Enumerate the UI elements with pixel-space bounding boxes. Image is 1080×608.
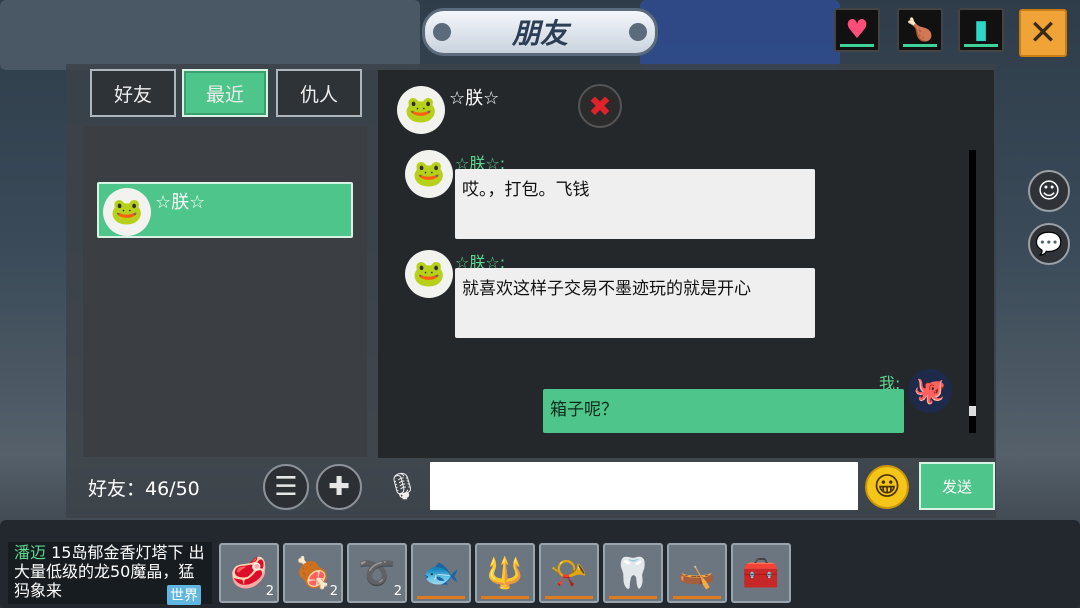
close-icon: ✕ <box>1028 13 1058 53</box>
item-count: 2 <box>393 584 402 599</box>
durability-bar <box>609 596 657 599</box>
list-icon: ☰ <box>274 472 298 502</box>
horn-icon: 📯 <box>550 555 588 591</box>
grin-icon: 😀 <box>873 472 901 502</box>
frog-avatar-icon: 🐸 <box>103 188 151 236</box>
add-friend-button[interactable]: ✚ <box>316 464 362 510</box>
thirst-bar <box>964 44 998 47</box>
hunger-status: 🍗 <box>897 8 943 52</box>
durability-bar <box>481 596 529 599</box>
durability-bar <box>545 596 593 599</box>
chat-input[interactable] <box>430 462 858 510</box>
tab-recent[interactable]: 最近 <box>182 69 268 117</box>
list-menu-button[interactable]: ☰ <box>263 464 309 510</box>
item-count: 2 <box>265 584 274 599</box>
hunger-bar <box>903 44 937 47</box>
hotbar-slot[interactable]: ➰ 2 <box>347 543 407 603</box>
food-icon: 🍗 <box>906 17 934 43</box>
title-decoration <box>629 23 647 41</box>
heart-icon: ♥ <box>845 15 869 45</box>
emoji-button[interactable]: 😀 <box>865 465 909 509</box>
smiley-icon: ☺ <box>1037 178 1061 204</box>
chat-scrollbar-thumb[interactable] <box>969 406 976 416</box>
emote-button[interactable]: ☺ <box>1028 170 1070 212</box>
close-button[interactable]: ✕ <box>1019 9 1067 57</box>
health-bar <box>840 44 874 47</box>
chat-toggle-button[interactable]: 💬 <box>1028 223 1070 265</box>
send-button[interactable]: 发送 <box>919 462 995 510</box>
hotbar-slot[interactable]: 🦷 <box>603 543 663 603</box>
page-title: 朋友 <box>511 17 568 50</box>
durability-bar <box>417 596 465 599</box>
hotbar-slot[interactable]: 🔱 <box>475 543 535 603</box>
plus-icon: ✚ <box>328 472 350 502</box>
delete-friend-button[interactable]: ✖ <box>578 84 622 128</box>
hotbar-slot[interactable]: 🥩 2 <box>219 543 279 603</box>
health-status: ♥ <box>834 8 880 52</box>
message-bubble: 就喜欢这样子交易不墨迹玩的就是开心 <box>455 268 815 338</box>
spear-icon: 🔱 <box>486 555 524 591</box>
message-bubble-own: 箱子呢？ <box>543 389 904 433</box>
durability-bar <box>673 596 721 599</box>
friend-count: 好友：46/50 <box>88 478 200 500</box>
message-bubble: 哎。，打包。飞钱 <box>455 169 815 239</box>
friend-name: ☆朕☆ <box>155 192 206 213</box>
chat-partner-name: ☆朕☆ <box>449 88 500 109</box>
tusk-icon: 🦷 <box>614 555 652 591</box>
water-icon: ▮ <box>973 15 989 45</box>
frog-avatar-icon: 🐸 <box>405 250 453 298</box>
rope-icon: ➰ <box>358 555 396 591</box>
hotbar-slot[interactable]: 🧰 <box>731 543 791 603</box>
item-count: 2 <box>329 584 338 599</box>
boat-icon: 🛶 <box>678 555 716 591</box>
page-title-plate: 朋友 <box>422 8 658 56</box>
tab-enemies[interactable]: 仇人 <box>276 69 362 117</box>
chest-icon: 🧰 <box>742 555 780 591</box>
meat-icon: 🥩 <box>230 555 268 591</box>
world-channel-tag[interactable]: 世界 <box>167 585 201 605</box>
microphone-button[interactable]: 🎙 <box>385 466 419 508</box>
hotbar-slot[interactable]: 🐟 <box>411 543 471 603</box>
red-x-icon: ✖ <box>588 89 612 123</box>
chat-scrollbar[interactable] <box>969 150 976 433</box>
friend-list <box>83 126 367 457</box>
octopus-avatar-icon: 🐙 <box>908 369 952 413</box>
fish-icon: 🐟 <box>422 555 460 591</box>
microphone-icon: 🎙 <box>385 472 419 502</box>
frog-avatar-icon: 🐸 <box>397 86 445 134</box>
thirst-status: ▮ <box>958 8 1004 52</box>
speech-bubble-icon: 💬 <box>1035 231 1063 257</box>
friend-list-item[interactable]: 🐸 ☆朕☆ <box>97 182 353 238</box>
frog-avatar-icon: 🐸 <box>405 150 453 198</box>
hotbar-slot[interactable]: 📯 <box>539 543 599 603</box>
game-world-backdrop <box>640 0 840 70</box>
game-world-backdrop <box>0 0 420 70</box>
steak-icon: 🍖 <box>294 555 332 591</box>
hotbar-slot[interactable]: 🍖 2 <box>283 543 343 603</box>
title-decoration <box>433 23 451 41</box>
tab-friends[interactable]: 好友 <box>90 69 176 117</box>
world-chat-sender: 潘迈 <box>14 543 47 562</box>
hotbar-slot[interactable]: 🛶 <box>667 543 727 603</box>
